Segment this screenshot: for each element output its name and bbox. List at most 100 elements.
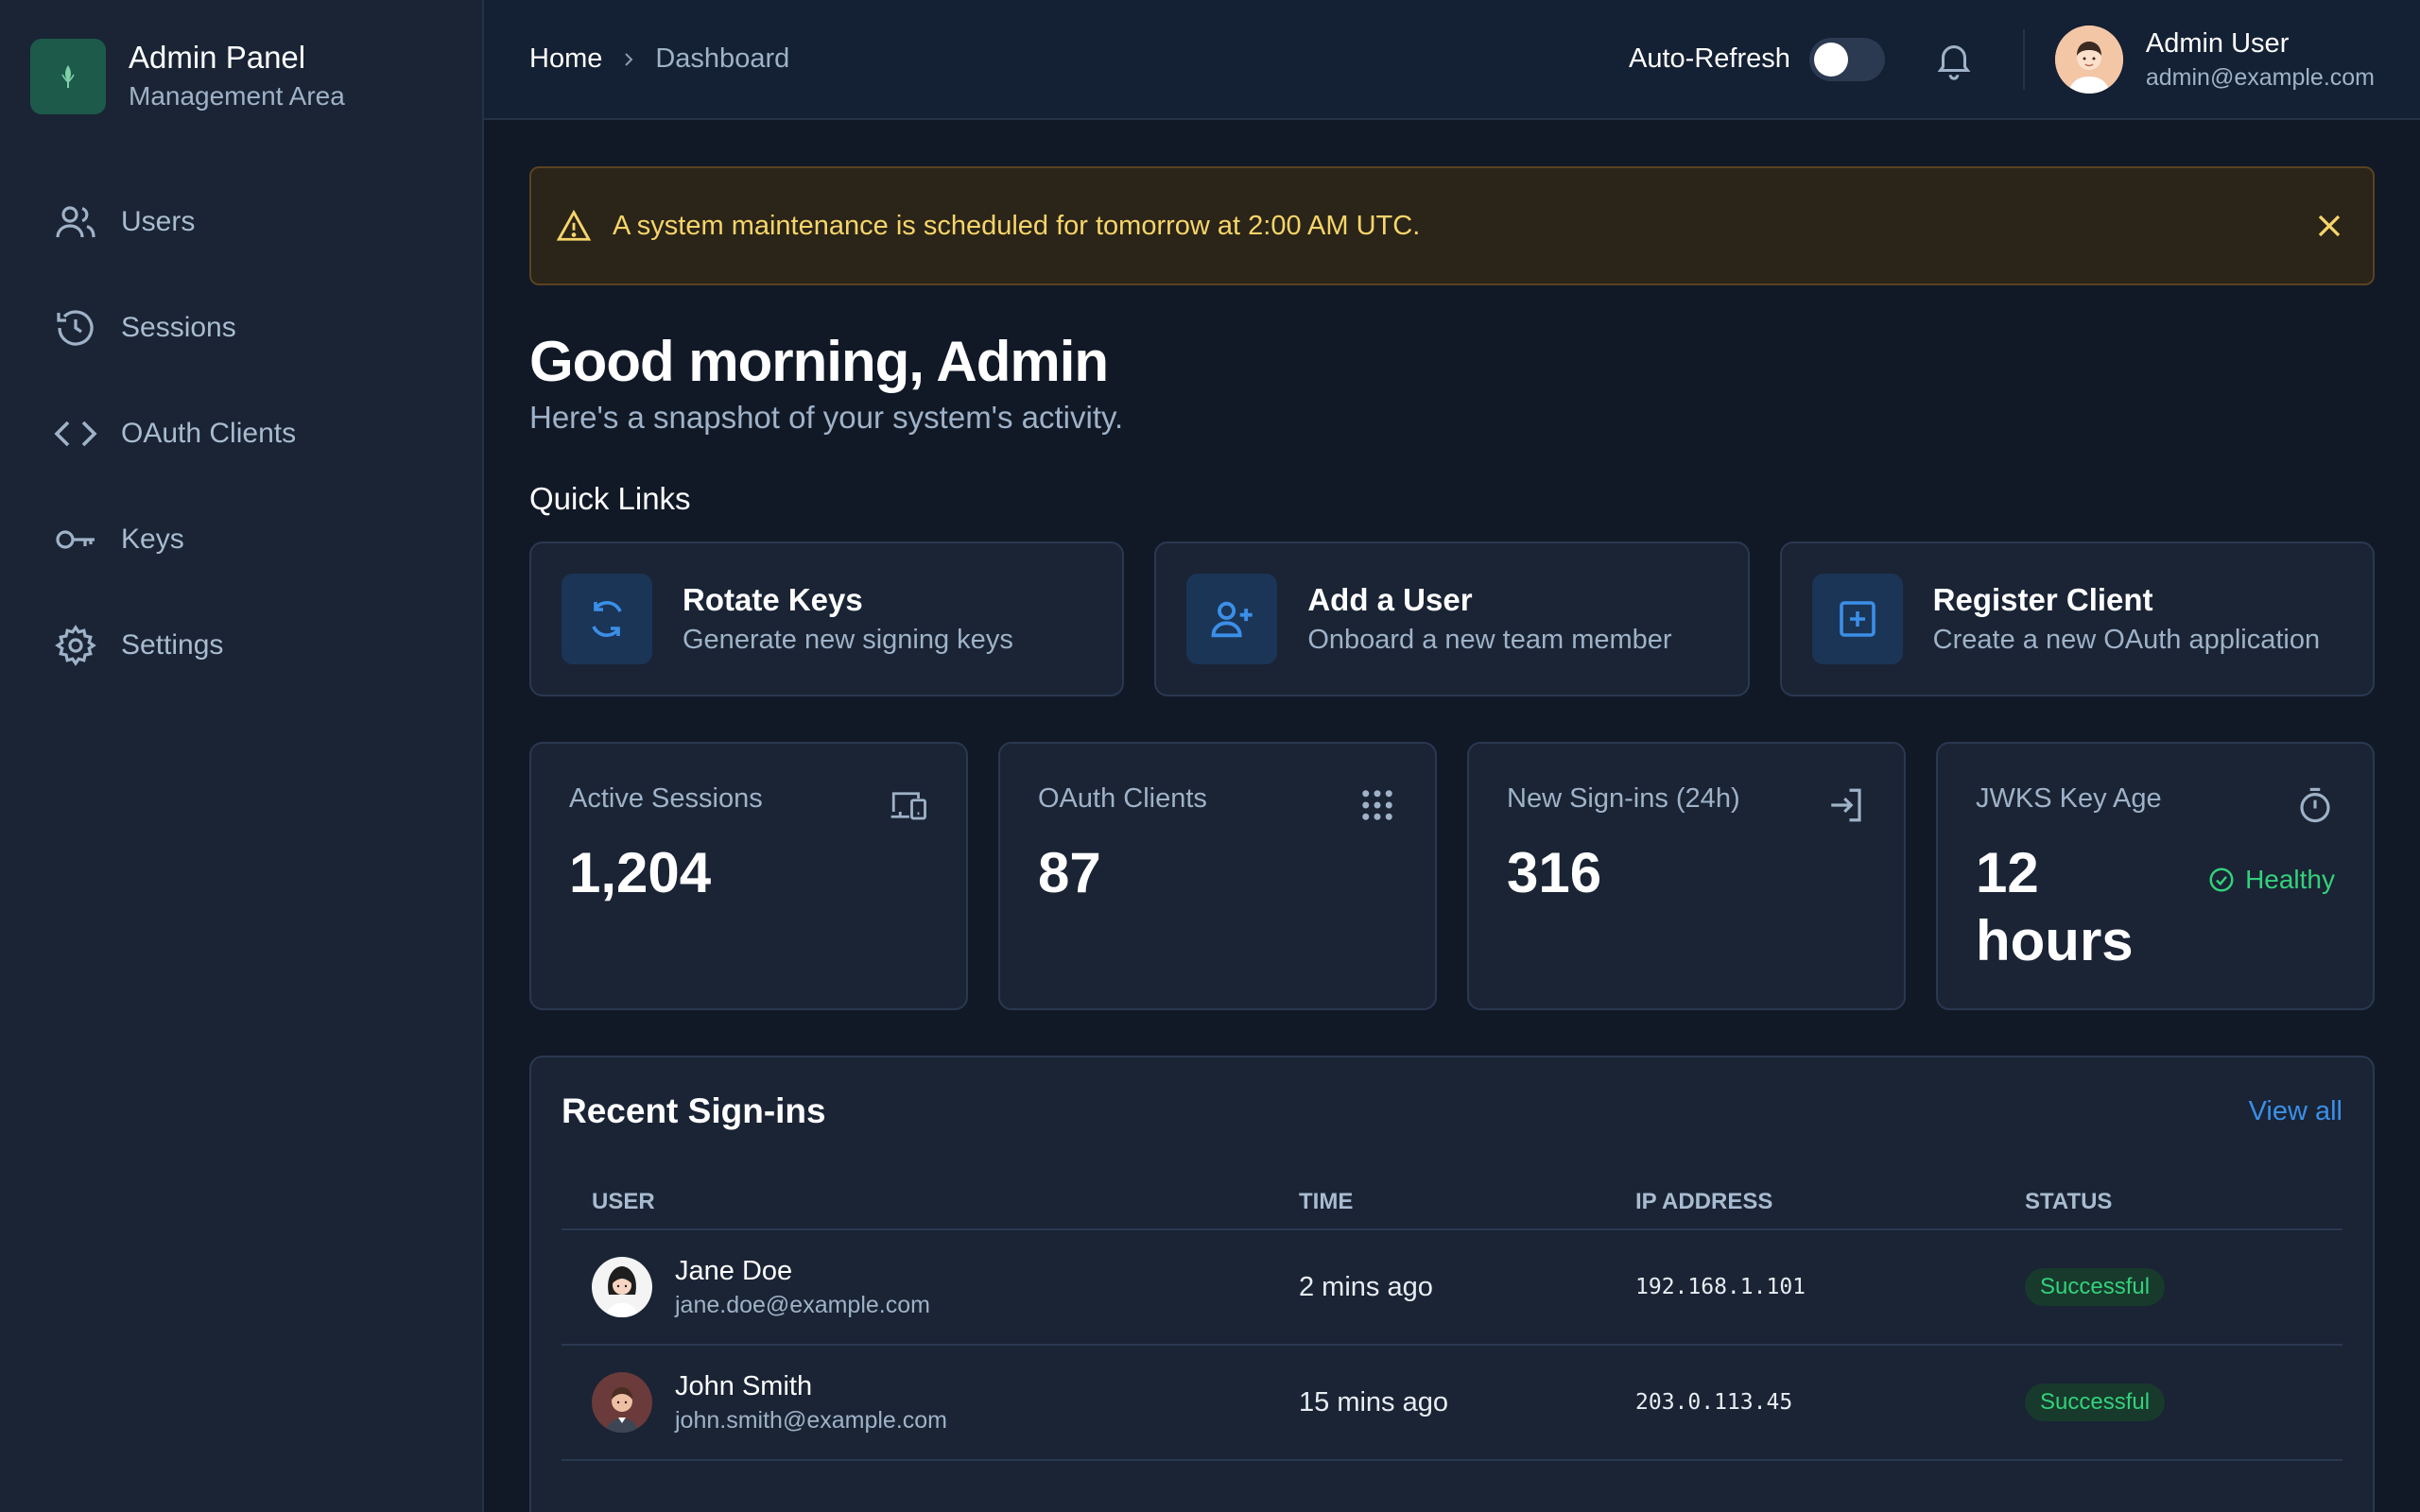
quick-link-icon-box — [1811, 574, 1903, 664]
quick-link-register-client[interactable]: Register Client Create a new OAuth appli… — [1779, 541, 2375, 696]
sign-in-icon — [1831, 788, 1861, 822]
chevron-right-icon — [625, 52, 633, 66]
devices-icon — [890, 792, 926, 820]
sidebar-item-label: Settings — [121, 629, 224, 661]
sidebar-item-label: Users — [121, 206, 196, 237]
quick-link-title: Register Client — [1932, 582, 2153, 617]
stats-row: Active Sessions 1,204 OAuth Clients 87 N… — [529, 742, 2375, 1010]
user-plus-icon — [1211, 601, 1253, 638]
quick-links: Rotate Keys Generate new signing keys Ad… — [529, 541, 2375, 696]
sidebar-item-label: OAuth Clients — [121, 418, 297, 449]
column-header-status[interactable]: STATUS — [2025, 1175, 2342, 1230]
stat-label: New Sign-ins (24h) — [1507, 783, 1740, 814]
recent-sign-ins-panel: Recent Sign-ins View all USER TIME IP AD… — [529, 1056, 2375, 1512]
close-icon[interactable] — [2310, 207, 2348, 245]
column-header-ip[interactable]: IP ADDRESS — [1635, 1175, 2025, 1230]
breadcrumb-current: Dashboard — [655, 43, 790, 74]
stat-label: Active Sessions — [569, 783, 763, 814]
warning-icon — [556, 209, 592, 241]
quick-link-rotate-keys[interactable]: Rotate Keys Generate new signing keys — [529, 541, 1125, 696]
male-avatar-icon — [592, 1372, 652, 1433]
auto-refresh-toggle[interactable] — [1808, 37, 1885, 81]
page-title: Good morning, Admin — [529, 330, 1109, 393]
stopwatch-icon — [2300, 787, 2330, 823]
recent-sign-ins-title: Recent Sign-ins — [562, 1091, 826, 1130]
code-icon — [54, 421, 97, 447]
leaf-logo-icon — [61, 64, 75, 88]
row-time: 15 mins ago — [1299, 1345, 1635, 1461]
stat-label: OAuth Clients — [1038, 783, 1207, 814]
sidebar-nav: Users Sessions OAuth Clients Keys Settin… — [0, 169, 482, 698]
row-user-email: jane.doe@example.com — [675, 1292, 930, 1318]
quick-link-title: Rotate Keys — [683, 582, 863, 617]
row-ip: 203.0.113.45 — [1635, 1345, 2025, 1461]
stat-value: 316 — [1507, 841, 1602, 904]
users-icon — [56, 206, 95, 238]
column-header-time[interactable]: TIME — [1299, 1175, 1635, 1230]
row-user-name: John Smith — [675, 1371, 813, 1401]
bell-icon[interactable] — [1932, 38, 1976, 81]
table-row[interactable]: John Smith john.smith@example.com 15 min… — [562, 1345, 2342, 1461]
sidebar-item-settings[interactable]: Settings — [0, 593, 482, 698]
sidebar-item-oauth-clients[interactable]: OAuth Clients — [0, 381, 482, 487]
avatar — [592, 1372, 652, 1433]
sign-ins-table: USER TIME IP ADDRESS STATUS Jane Doe jan… — [562, 1175, 2342, 1461]
stat-card-new-sign-ins: New Sign-ins (24h) 316 — [1467, 742, 1906, 1010]
stat-value: 87 — [1038, 841, 1101, 904]
column-header-user[interactable]: USER — [562, 1175, 1299, 1230]
alert-text: A system maintenance is scheduled for to… — [613, 210, 1421, 241]
page-subtitle: Here's a snapshot of your system's activ… — [529, 400, 1124, 435]
sidebar-item-keys[interactable]: Keys — [0, 487, 482, 593]
brand-subtitle: Management Area — [129, 80, 345, 111]
quick-link-icon-box — [1186, 574, 1278, 664]
toggle-knob — [1813, 42, 1848, 77]
stat-card-oauth-clients: OAuth Clients 87 — [998, 742, 1437, 1010]
sidebar-item-users[interactable]: Users — [0, 169, 482, 275]
sidebar: Admin Panel Management Area Users Sessio… — [0, 0, 484, 1512]
grid-dots-icon — [1362, 790, 1392, 820]
refresh-icon — [592, 601, 622, 637]
row-time: 2 mins ago — [1299, 1229, 1635, 1346]
stat-card-active-sessions: Active Sessions 1,204 — [529, 742, 968, 1010]
female-avatar-icon — [592, 1257, 652, 1317]
status-badge: Successful — [2025, 1383, 2166, 1421]
quick-link-icon-box — [562, 574, 652, 664]
sidebar-item-label: Keys — [121, 524, 184, 555]
admin-avatar-icon — [2054, 25, 2123, 94]
row-ip: 192.168.1.101 — [1635, 1229, 2025, 1346]
quick-link-title: Add a User — [1307, 582, 1473, 617]
brand-logo[interactable] — [30, 38, 106, 114]
current-user-email: admin@example.com — [2145, 63, 2375, 91]
quick-link-description: Create a new OAuth application — [1932, 625, 2321, 655]
header-divider — [2022, 28, 2025, 90]
row-user-email: john.smith@example.com — [675, 1407, 947, 1434]
current-user-name: Admin User — [2145, 27, 2290, 59]
quick-link-add-user[interactable]: Add a User Onboard a new team member — [1154, 541, 1750, 696]
sidebar-item-sessions[interactable]: Sessions — [0, 275, 482, 381]
status-badge: Successful — [2025, 1268, 2166, 1306]
main-area: Home Dashboard Auto-Refresh Admin User a… — [484, 0, 2420, 1512]
auto-refresh-label: Auto-Refresh — [1629, 43, 1790, 74]
key-icon — [56, 530, 95, 549]
table-header-row: USER TIME IP ADDRESS STATUS — [562, 1175, 2342, 1230]
stat-card-jwks-key-age: JWKS Key Age 12 hours Healthy — [1936, 742, 2375, 1010]
brand-title: Admin Panel — [129, 39, 306, 75]
stat-label: JWKS Key Age — [1976, 783, 2162, 814]
avatar — [592, 1257, 652, 1317]
dashboard-content: A system maintenance is scheduled for to… — [484, 120, 2420, 1512]
brand: Admin Panel Management Area — [0, 0, 482, 118]
maintenance-alert: A system maintenance is scheduled for to… — [529, 166, 2375, 285]
view-all-link[interactable]: View all — [2249, 1096, 2342, 1127]
quick-link-description: Generate new signing keys — [683, 625, 1013, 655]
gear-icon — [55, 625, 96, 666]
status-badge: Healthy — [2207, 865, 2335, 895]
stat-value: 12 hours — [1976, 841, 2134, 972]
sidebar-item-label: Sessions — [121, 312, 236, 343]
table-row[interactable]: Jane Doe jane.doe@example.com 2 mins ago… — [562, 1229, 2342, 1346]
plus-square-icon — [1839, 601, 1876, 637]
breadcrumb: Home Dashboard — [529, 43, 789, 75]
check-circle-icon — [2209, 868, 2234, 892]
avatar[interactable] — [2054, 25, 2123, 94]
top-bar: Home Dashboard Auto-Refresh Admin User a… — [484, 0, 2420, 120]
breadcrumb-home[interactable]: Home — [529, 43, 602, 75]
